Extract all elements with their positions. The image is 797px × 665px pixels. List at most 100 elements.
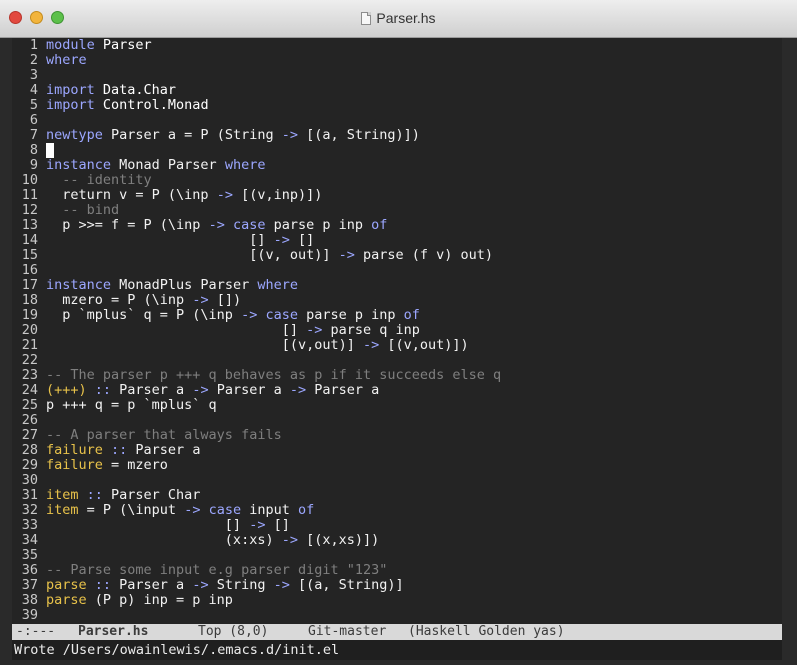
code-line[interactable]: 30 <box>12 473 782 488</box>
code-line[interactable]: 31 item :: Parser Char <box>12 488 782 503</box>
code-line[interactable]: 39 <box>12 608 782 623</box>
code-line[interactable]: 11 return v = P (\inp -> [(v,inp)]) <box>12 188 782 203</box>
window-title-container: Parser.hs <box>0 10 797 26</box>
code-line[interactable]: 8 <box>12 143 782 158</box>
line-content: parse :: Parser a -> String -> [(a, Stri… <box>46 578 404 593</box>
code-line[interactable]: 23 -- The parser p +++ q behaves as p if … <box>12 368 782 383</box>
line-content: -- The parser p +++ q behaves as p if it… <box>46 368 501 383</box>
code-token: Parser a <box>208 382 290 398</box>
keyword-token: where <box>257 277 298 293</box>
function-token: parse <box>46 592 87 608</box>
code-line[interactable]: 37 parse :: Parser a -> String -> [(a, St… <box>12 578 782 593</box>
code-line[interactable]: 2 where <box>12 53 782 68</box>
code-line[interactable]: 10 -- identity <box>12 173 782 188</box>
keyword-token: -> <box>192 577 209 593</box>
keyword-token: -> <box>289 382 307 398</box>
line-number: 39 <box>21 607 38 623</box>
line-content: [(v,out)] -> [(v,out)]) <box>46 338 469 353</box>
modeline-buffer-name[interactable]: Parser.hs <box>78 624 148 640</box>
code-line[interactable]: 24 (+++) :: Parser a -> Parser a -> Parse… <box>12 383 782 398</box>
line-content: where <box>46 53 87 68</box>
line-number: 29 <box>21 457 38 473</box>
code-token: p >>= f = P (\inp <box>46 217 209 233</box>
keyword-token: case <box>208 502 242 518</box>
line-content: failure = mzero <box>46 458 168 473</box>
code-line[interactable]: 33 [] -> [] <box>12 518 782 533</box>
code-line[interactable]: 18 mzero = P (\inp -> []) <box>12 293 782 308</box>
line-content: import Data.Char <box>46 83 176 98</box>
code-line[interactable]: 13 p >>= f = P (\inp -> case parse p inp… <box>12 218 782 233</box>
line-number: 9 <box>29 157 38 173</box>
code-line[interactable]: 3 <box>12 68 782 83</box>
code-line[interactable]: 1 module Parser <box>12 38 782 53</box>
code-line[interactable]: 15 [(v, out)] -> parse (f v) out) <box>12 248 782 263</box>
code-editor[interactable]: 1 module Parser 2 where 3 4 import Data.Char 5 i… <box>12 38 782 624</box>
code-token: Parser a <box>135 442 201 458</box>
comment-token: -- bind <box>46 202 120 218</box>
function-token: failure <box>46 442 103 458</box>
keyword-token: instance <box>46 157 120 173</box>
code-line[interactable]: 36 -- Parse some input e.g parser digit "… <box>12 563 782 578</box>
line-content: instance Monad Parser where <box>46 158 265 173</box>
code-line[interactable]: 4 import Data.Char <box>12 83 782 98</box>
code-line[interactable]: 38 parse (P p) inp = p inp <box>12 593 782 608</box>
keyword-token: -> <box>216 187 233 203</box>
code-token: String <box>208 577 274 593</box>
code-line[interactable]: 26 <box>12 413 782 428</box>
echo-area[interactable]: Wrote /Users/owainlewis/.emacs.d/init.el <box>12 640 782 660</box>
line-content: [(v, out)] -> parse (f v) out) <box>46 248 493 263</box>
code-line[interactable]: 20 [] -> parse q inp <box>12 323 782 338</box>
keyword-token: of <box>371 217 388 233</box>
line-number: 2 <box>29 52 38 68</box>
code-token: [(v,out)] <box>46 337 363 353</box>
line-number: 17 <box>21 277 38 293</box>
keyword-token: -> <box>241 307 258 323</box>
code-line[interactable]: 34 (x:xs) -> [(x,xs)]) <box>12 533 782 548</box>
code-line[interactable]: 14 [] -> [] <box>12 233 782 248</box>
code-token: [(x,xs)]) <box>297 532 380 548</box>
code-line[interactable]: 5 import Control.Monad <box>12 98 782 113</box>
code-line[interactable]: 19 p `mplus` q = P (\inp -> case parse p… <box>12 308 782 323</box>
modeline-vc-branch[interactable]: Git-master <box>308 624 386 640</box>
function-token: item <box>46 487 79 503</box>
comment-token: -- The parser p +++ q behaves as p if it… <box>46 367 502 383</box>
code-line[interactable]: 9 instance Monad Parser where <box>12 158 782 173</box>
code-line[interactable]: 17 instance MonadPlus Parser where <box>12 278 782 293</box>
code-line[interactable]: 25 p +++ q = p `mplus` q <box>12 398 782 413</box>
code-line[interactable]: 29 failure = mzero <box>12 458 782 473</box>
mode-line[interactable]: -:--- Parser.hs Top (8,0) Git-master (Ha… <box>12 624 782 640</box>
keyword-token: -> <box>273 577 290 593</box>
line-content: (+++) :: Parser a -> Parser a -> Parser … <box>46 383 379 398</box>
code-token: [(a, String)] <box>289 577 404 593</box>
line-number: 3 <box>29 67 38 83</box>
code-line[interactable]: 22 <box>12 353 782 368</box>
line-content: item :: Parser Char <box>46 488 200 503</box>
code-token: (P p) inp = p inp <box>86 592 233 608</box>
line-number: 4 <box>29 82 38 98</box>
line-content: item = P (\input -> case input of <box>46 503 314 518</box>
line-content: [] -> parse q inp <box>46 323 420 338</box>
modeline-major-minor-modes[interactable]: (Haskell Golden yas) <box>408 624 565 640</box>
code-line[interactable]: 6 <box>12 113 782 128</box>
line-content: instance MonadPlus Parser where <box>46 278 298 293</box>
code-token: [] <box>46 517 250 533</box>
function-token: failure <box>46 457 103 473</box>
code-line[interactable]: 12 -- bind <box>12 203 782 218</box>
code-line[interactable]: 16 <box>12 263 782 278</box>
code-line[interactable]: 28 failure :: Parser a <box>12 443 782 458</box>
code-line[interactable]: 32 item = P (\input -> case input of <box>12 503 782 518</box>
line-content: mzero = P (\inp -> []) <box>46 293 241 308</box>
line-content: p >>= f = P (\inp -> case parse p inp of <box>46 218 387 233</box>
code-line[interactable]: 27 -- A parser that always fails <box>12 428 782 443</box>
code-token: []) <box>208 292 242 308</box>
line-number: 33 <box>21 517 38 533</box>
code-token: [] <box>46 232 274 248</box>
code-token: mzero = P (\inp <box>46 292 193 308</box>
code-token: MonadPlus Parser <box>119 277 258 293</box>
code-line[interactable]: 7 newtype Parser a = P (String -> [(a, St… <box>12 128 782 143</box>
code-line[interactable]: 35 <box>12 548 782 563</box>
keyword-token: -> <box>208 217 225 233</box>
code-line[interactable]: 21 [(v,out)] -> [(v,out)]) <box>12 338 782 353</box>
title-bar[interactable]: Parser.hs <box>0 0 797 38</box>
